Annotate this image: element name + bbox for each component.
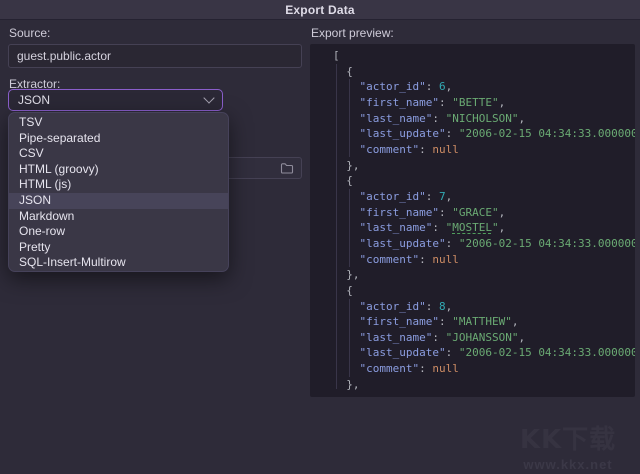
watermark: KK下载 www.kkx.net <box>510 423 626 472</box>
code-line: "last_update": "2006-02-15 04:34:33.0000… <box>359 236 636 250</box>
export-preview-label: Export preview: <box>311 26 394 40</box>
code-line: "first_name": "MATTHEW", <box>359 315 519 329</box>
watermark-logo: KK下载 <box>519 425 617 455</box>
code-line: "last_name": "MOSTEL", <box>359 221 506 235</box>
extractor-selected-value: JSON <box>18 93 51 107</box>
source-label: Source: <box>9 26 51 40</box>
dropdown-item-csv[interactable]: CSV <box>9 146 228 162</box>
code-line: "comment": null <box>359 142 459 156</box>
code-line: "actor_id": 7, <box>359 189 453 203</box>
folder-icon <box>280 162 294 174</box>
dropdown-item-sql-insert-statements[interactable]: SQL-Insert-Statements <box>9 271 228 272</box>
code-line: "last_update": "2006-02-15 04:34:33.0000… <box>359 127 636 141</box>
code-line: "last_update": "2006-02-15 04:34:33.0000… <box>359 346 636 360</box>
dropdown-item-one-row[interactable]: One-row <box>9 224 228 240</box>
code-line: { <box>333 64 353 78</box>
code-line: { <box>333 174 353 188</box>
dropdown-item-sql-insert-multirow[interactable]: SQL-Insert-Multirow <box>9 255 228 271</box>
dropdown-item-json[interactable]: JSON <box>9 192 228 209</box>
code-line: "first_name": "GRACE", <box>359 205 506 219</box>
export-data-dialog: Export Data Source: guest.public.actor E… <box>0 0 640 474</box>
code-lines: [ { "actor_id": 6, "first_name": "BETTE"… <box>310 44 635 397</box>
dialog-title: Export Data <box>285 2 355 17</box>
dropdown-item-tsv[interactable]: TSV <box>9 115 228 131</box>
code-line: "last_name": "NICHOLSON", <box>359 111 526 125</box>
code-line: "first_name": "BETTE", <box>359 95 506 109</box>
code-line: "actor_id": 6, <box>359 80 453 94</box>
dropdown-item-markdown[interactable]: Markdown <box>9 209 228 225</box>
code-line: "actor_id": 8, <box>359 299 453 313</box>
code-line: }, <box>333 158 360 172</box>
watermark-url: www.kkx.net <box>523 457 613 472</box>
dropdown-item-pretty[interactable]: Pretty <box>9 240 228 256</box>
dialog-titlebar[interactable]: Export Data <box>0 0 640 20</box>
code-line: [ <box>333 49 340 62</box>
code-line: "last_name": "JOHANSSON", <box>359 330 526 344</box>
source-input-value: guest.public.actor <box>17 49 112 63</box>
code-line: { <box>333 283 353 297</box>
code-line: "comment": null <box>359 252 459 266</box>
dropdown-item-pipe-separated[interactable]: Pipe-separated <box>9 131 228 147</box>
source-input[interactable]: guest.public.actor <box>8 44 302 68</box>
code-line: }, <box>333 377 360 391</box>
extractor-combobox[interactable]: JSON <box>8 89 223 111</box>
browse-folder-button[interactable] <box>278 161 296 176</box>
chevron-down-icon <box>203 92 215 104</box>
extractor-dropdown-list: TSV Pipe-separated CSV HTML (groovy) HTML (j… <box>8 112 229 272</box>
code-line: "comment": null <box>359 362 459 376</box>
code-line: }, <box>333 268 360 282</box>
dropdown-item-html-js[interactable]: HTML (js) <box>9 177 228 193</box>
export-preview-code[interactable]: [ { "actor_id": 6, "first_name": "BETTE"… <box>310 44 635 397</box>
dropdown-item-html-groovy[interactable]: HTML (groovy) <box>9 162 228 178</box>
